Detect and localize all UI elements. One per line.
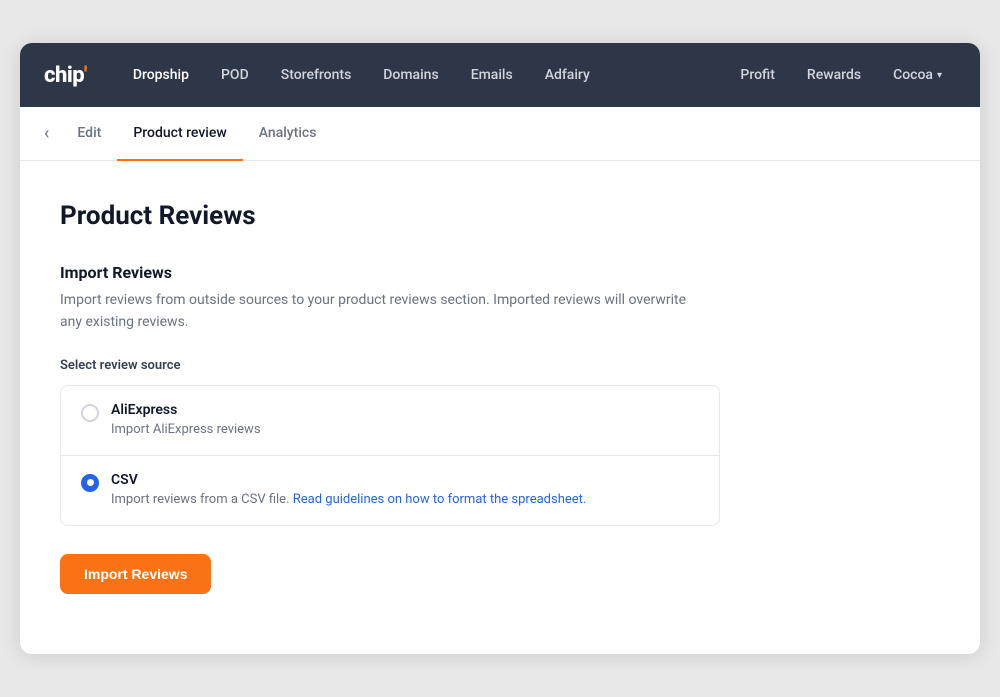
radio-aliexpress[interactable]	[81, 404, 99, 422]
tab-edit[interactable]: Edit	[61, 107, 117, 161]
nav-link-storefronts[interactable]: Storefronts	[267, 59, 366, 91]
logo: chip'	[44, 63, 87, 88]
option-csv-label: CSV	[111, 472, 699, 488]
option-aliexpress[interactable]: AliExpress Import AliExpress reviews	[61, 386, 719, 456]
main-content: Product Reviews Import Reviews Import re…	[20, 161, 980, 654]
app-window: chip' Dropship POD Storefronts Domains E…	[20, 43, 980, 654]
cocoa-label: Cocoa	[893, 67, 933, 83]
back-button[interactable]: ‹	[44, 109, 61, 159]
nav-link-emails[interactable]: Emails	[457, 59, 527, 91]
navbar: chip' Dropship POD Storefronts Domains E…	[20, 43, 980, 107]
tabs-bar: ‹ Edit Product review Analytics	[20, 107, 980, 161]
option-csv-desc: Import reviews from a CSV file. Read gui…	[111, 491, 699, 509]
option-csv[interactable]: CSV Import reviews from a CSV file. Read…	[61, 456, 719, 525]
review-source-options: AliExpress Import AliExpress reviews CSV…	[60, 385, 720, 526]
tab-product-review[interactable]: Product review	[117, 107, 242, 161]
tab-analytics[interactable]: Analytics	[243, 107, 333, 161]
chevron-down-icon: ▾	[937, 70, 942, 81]
nav-link-profit[interactable]: Profit	[726, 59, 789, 91]
section-desc: Import reviews from outside sources to y…	[60, 290, 700, 333]
option-aliexpress-desc: Import AliExpress reviews	[111, 421, 699, 439]
nav-links-right: Profit Rewards Cocoa ▾	[726, 59, 956, 91]
radio-csv[interactable]	[81, 474, 99, 492]
select-review-source-label: Select review source	[60, 358, 940, 373]
page-title: Product Reviews	[60, 201, 940, 231]
nav-link-adfairy[interactable]: Adfairy	[531, 59, 604, 91]
nav-link-dropship[interactable]: Dropship	[119, 59, 203, 91]
nav-link-domains[interactable]: Domains	[369, 59, 452, 91]
import-reviews-button[interactable]: Import Reviews	[60, 554, 211, 594]
nav-links-left: Dropship POD Storefronts Domains Emails …	[119, 59, 727, 91]
section-title: Import Reviews	[60, 263, 940, 282]
csv-guidelines-link[interactable]: Read guidelines on how to format the spr…	[293, 492, 587, 507]
option-aliexpress-label: AliExpress	[111, 402, 699, 418]
cocoa-dropdown[interactable]: Cocoa ▾	[879, 59, 956, 91]
nav-link-rewards[interactable]: Rewards	[793, 59, 875, 91]
nav-link-pod[interactable]: POD	[207, 59, 263, 91]
